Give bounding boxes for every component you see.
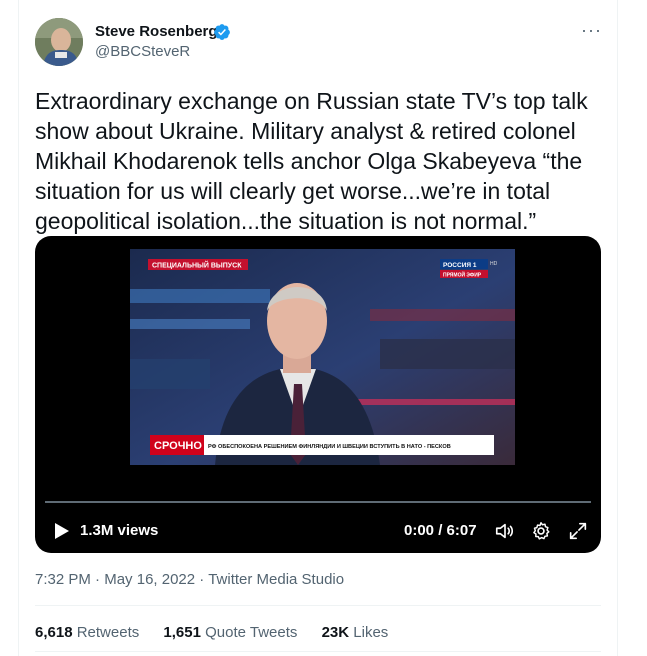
avatar-photo [35,18,83,66]
urgent-label: СРОЧНО [154,440,202,452]
fullscreen-icon[interactable] [567,520,589,542]
video-player[interactable]: СПЕЦИАЛЬНЫЙ ВЫПУСК РОССИЯ 1 HD ПРЯМОЙ ЭФ… [35,236,601,553]
video-progress-bar[interactable] [45,501,591,503]
meta-separator: · [90,571,105,588]
channel-logo: РОССИЯ 1 [443,262,477,269]
likes-label: Likes [349,624,389,641]
retweets-label: Retweets [72,624,140,641]
likes-count: 23K [321,624,350,641]
tweet-card: Steve Rosenberg @BBCSteveR ··· Extraordi… [18,0,618,656]
engagement-stats: 6,618 Retweets 1,651 Quote Tweets 23K Li… [35,623,408,643]
retweets-count: 6,618 [35,624,73,641]
retweets-stat[interactable]: 6,618 Retweets [35,624,139,641]
play-icon[interactable] [53,522,71,540]
settings-gear-icon[interactable] [530,520,552,542]
quote-tweets-stat[interactable]: 1,651 Quote Tweets [163,624,297,641]
tweet-meta: 7:32 PM · May 16, 2022 · Twitter Media S… [35,570,344,590]
special-banner: СПЕЦИАЛЬНЫЙ ВЫПУСК [152,261,242,270]
quote-tweets-label: Quote Tweets [200,624,298,641]
view-count: 1.3M views [80,522,159,539]
tweet-text: Extraordinary exchange on Russian state … [35,88,588,234]
channel-hd: HD [490,261,498,267]
divider [35,651,601,652]
live-label: ПРЯМОЙ ЭФИР [443,271,482,279]
author-handle[interactable]: @BBCSteveR [95,42,190,62]
likes-stat[interactable]: 23K Likes [322,624,389,641]
avatar[interactable] [35,18,83,66]
video-frame[interactable]: СПЕЦИАЛЬНЫЙ ВЫПУСК РОССИЯ 1 HD ПРЯМОЙ ЭФ… [130,249,515,465]
news-ticker: РФ ОБЕСПОКОЕНА РЕШЕНИЕМ ФИНЛЯНДИИ И ШВЕЦ… [208,444,451,450]
video-time: 0:00 / 6:07 [404,522,477,539]
tweet-date[interactable]: May 16, 2022 [104,571,195,588]
author-display-name[interactable]: Steve Rosenberg [95,22,218,42]
volume-icon[interactable] [494,520,516,542]
more-options-icon[interactable]: ··· [581,20,602,41]
tweet-source[interactable]: Twitter Media Studio [208,571,344,588]
verified-badge-icon [214,24,230,40]
divider [35,605,601,606]
meta-separator: · [195,571,209,588]
tweet-time[interactable]: 7:32 PM [35,571,91,588]
quote-tweets-count: 1,651 [163,624,201,641]
